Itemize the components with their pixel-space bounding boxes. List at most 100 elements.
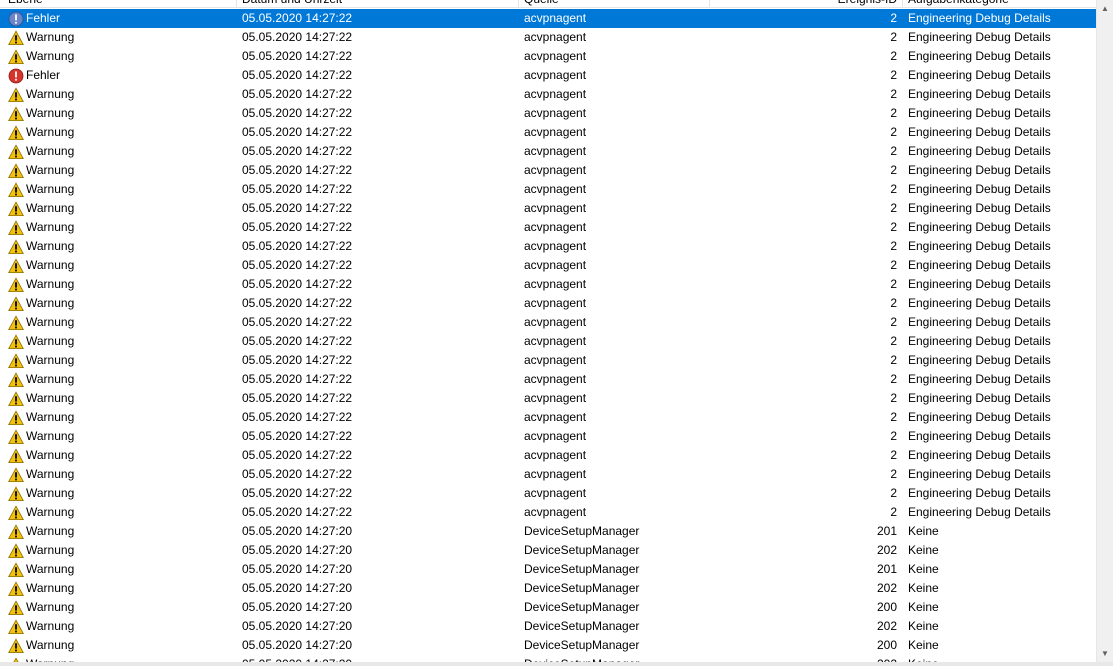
date-cell: 05.05.2020 14:27:22 [242,410,353,424]
level-cell: Fehler [26,68,61,82]
table-row[interactable]: Warnung 05.05.2020 14:27:22 acvpnagent 2 Eng… [0,503,1096,522]
table-row[interactable]: Warnung 05.05.2020 14:27:22 acvpnagent 2 Eng… [0,180,1096,199]
table-row[interactable]: Warnung 05.05.2020 14:27:22 acvpnagent 2 Eng… [0,446,1096,465]
event-id-cell: 2 [890,49,897,63]
warning-icon [8,182,24,198]
table-row[interactable]: Warnung 05.05.2020 14:27:22 acvpnagent 2 Eng… [0,104,1096,123]
source-cell: acvpnagent [524,49,587,63]
column-header-event-id[interactable]: Ereignis-ID [710,0,897,8]
source-cell: acvpnagent [524,410,587,424]
table-row[interactable]: Warnung 05.05.2020 14:27:20 DeviceSetupMan… [0,598,1096,617]
column-divider[interactable] [236,0,237,8]
error-icon [8,68,24,84]
level-cell: Warnung [26,144,75,158]
table-row[interactable]: Warnung 05.05.2020 14:27:22 acvpnagent 2 Eng… [0,256,1096,275]
source-cell: DeviceSetupManager [524,600,640,614]
table-row[interactable]: Warnung 05.05.2020 14:27:22 acvpnagent 2 Eng… [0,351,1096,370]
event-id-cell: 2 [890,429,897,443]
source-cell: acvpnagent [524,296,587,310]
category-cell: Engineering Debug Details [908,106,1051,120]
event-id-cell: 201 [876,562,897,576]
column-divider[interactable] [518,0,519,8]
source-cell: acvpnagent [524,163,587,177]
table-row[interactable]: Warnung 05.05.2020 14:27:22 acvpnagent 2 Eng… [0,275,1096,294]
table-row[interactable]: Warnung 05.05.2020 14:27:22 acvpnagent 2 Eng… [0,389,1096,408]
table-row[interactable]: Warnung 05.05.2020 14:27:22 acvpnagent 2 Eng… [0,123,1096,142]
event-id-cell: 200 [876,638,897,652]
column-header-level[interactable]: Ebene [8,0,43,8]
table-row[interactable]: Fehler 05.05.2020 14:27:22 acvpnagent 2 Engi… [0,9,1096,28]
date-cell: 05.05.2020 14:27:20 [242,543,353,557]
category-cell: Engineering Debug Details [908,258,1051,272]
table-row[interactable]: Warnung 05.05.2020 14:27:22 acvpnagent 2 Eng… [0,237,1096,256]
level-cell: Warnung [26,353,75,367]
table-row[interactable]: Warnung 05.05.2020 14:27:22 acvpnagent 2 Eng… [0,370,1096,389]
table-row[interactable]: Warnung 05.05.2020 14:27:22 acvpnagent 2 Eng… [0,142,1096,161]
column-divider[interactable] [902,0,903,8]
date-cell: 05.05.2020 14:27:22 [242,239,353,253]
date-cell: 05.05.2020 14:27:22 [242,182,353,196]
vertical-scrollbar[interactable]: ▲ ▼ [1096,0,1113,666]
event-id-cell: 2 [890,125,897,139]
level-cell: Warnung [26,600,75,614]
column-header-date[interactable]: Datum und Uhrzeit [242,0,342,8]
level-cell: Warnung [26,372,75,386]
column-header-category[interactable]: Aufgabenkategorie [908,0,1009,8]
event-id-cell: 2 [890,163,897,177]
table-row[interactable]: Warnung 05.05.2020 14:27:20 DeviceSetupMan… [0,579,1096,598]
table-row[interactable]: Warnung 05.05.2020 14:27:22 acvpnagent 2 Eng… [0,427,1096,446]
table-row[interactable]: Warnung 05.05.2020 14:27:20 DeviceSetupMan… [0,560,1096,579]
category-cell: Keine [908,524,939,538]
category-cell: Engineering Debug Details [908,277,1051,291]
table-row[interactable]: Warnung 05.05.2020 14:27:22 acvpnagent 2 Eng… [0,28,1096,47]
table-row[interactable]: Warnung 05.05.2020 14:27:20 DeviceSetupMan… [0,636,1096,655]
table-row[interactable]: Warnung 05.05.2020 14:27:22 acvpnagent 2 Eng… [0,294,1096,313]
column-header-source[interactable]: Quelle [524,0,559,8]
warning-icon [8,600,24,616]
table-row[interactable]: Warnung 05.05.2020 14:27:20 DeviceSetupMan… [0,541,1096,560]
table-row[interactable]: Warnung 05.05.2020 14:27:20 DeviceSetupMan… [0,617,1096,636]
level-cell: Warnung [26,410,75,424]
level-cell: Warnung [26,467,75,481]
category-cell: Keine [908,619,939,633]
source-cell: acvpnagent [524,258,587,272]
event-id-cell: 2 [890,353,897,367]
event-id-cell: 2 [890,30,897,44]
scroll-down-icon[interactable]: ▼ [1097,645,1113,662]
event-id-cell: 2 [890,391,897,405]
horizontal-scrollbar[interactable] [0,662,1113,666]
table-row[interactable]: Warnung 05.05.2020 14:27:22 acvpnagent 2 Eng… [0,465,1096,484]
warning-icon [8,486,24,502]
category-cell: Engineering Debug Details [908,125,1051,139]
category-cell: Keine [908,600,939,614]
table-row[interactable]: Warnung 05.05.2020 14:27:22 acvpnagent 2 Eng… [0,332,1096,351]
level-cell: Warnung [26,524,75,538]
table-row[interactable]: Warnung 05.05.2020 14:27:22 acvpnagent 2 Eng… [0,313,1096,332]
event-id-cell: 2 [890,201,897,215]
event-id-cell: 2 [890,296,897,310]
table-row[interactable]: Warnung 05.05.2020 14:27:22 acvpnagent 2 Eng… [0,47,1096,66]
table-row[interactable]: Warnung 05.05.2020 14:27:22 acvpnagent 2 Eng… [0,199,1096,218]
warning-icon [8,49,24,65]
table-row[interactable]: Warnung 05.05.2020 14:27:22 acvpnagent 2 Eng… [0,161,1096,180]
event-list[interactable]: Ebene Datum und Uhrzeit Quelle Ereignis-… [0,0,1096,666]
table-row[interactable]: Warnung 05.05.2020 14:27:20 DeviceSetupMan… [0,522,1096,541]
source-cell: acvpnagent [524,353,587,367]
level-cell: Warnung [26,49,75,63]
table-row[interactable]: Warnung 05.05.2020 14:27:22 acvpnagent 2 Eng… [0,484,1096,503]
table-row[interactable]: Warnung 05.05.2020 14:27:22 acvpnagent 2 Eng… [0,408,1096,427]
event-id-cell: 2 [890,144,897,158]
table-row[interactable]: Fehler 05.05.2020 14:27:22 acvpnagent 2 Engi… [0,66,1096,85]
category-cell: Keine [908,638,939,652]
date-cell: 05.05.2020 14:27:20 [242,524,353,538]
event-id-cell: 2 [890,448,897,462]
date-cell: 05.05.2020 14:27:22 [242,315,353,329]
scroll-up-icon[interactable]: ▲ [1097,0,1113,17]
level-cell: Warnung [26,239,75,253]
table-row[interactable]: Warnung 05.05.2020 14:27:22 acvpnagent 2 Eng… [0,85,1096,104]
category-cell: Engineering Debug Details [908,448,1051,462]
category-cell: Engineering Debug Details [908,505,1051,519]
table-row[interactable]: Warnung 05.05.2020 14:27:22 acvpnagent 2 Eng… [0,218,1096,237]
source-cell: acvpnagent [524,68,587,82]
date-cell: 05.05.2020 14:27:22 [242,68,353,82]
